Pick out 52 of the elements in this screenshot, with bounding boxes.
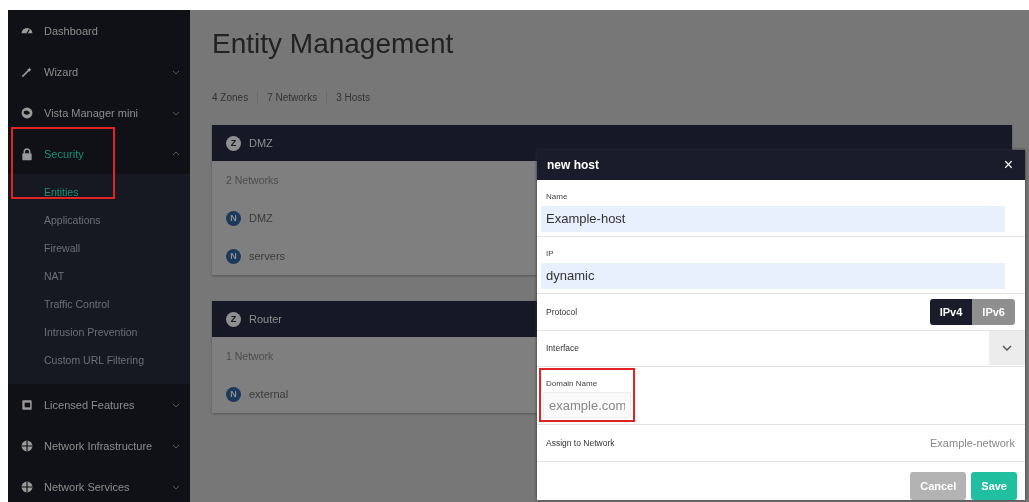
sidebar-subitem[interactable]: Applications (8, 206, 190, 234)
network-name[interactable]: external (249, 388, 289, 400)
network-value[interactable]: Example-network (930, 437, 1015, 450)
input-field[interactable]: example.com (543, 392, 631, 419)
sidebar-item[interactable]: Network Services (8, 466, 190, 502)
sidebar-icon (20, 438, 34, 453)
count-label: 3 Hosts (326, 92, 380, 103)
sidebar-item[interactable]: Dashboard (8, 10, 190, 51)
field-label: IP (545, 248, 554, 258)
input-field[interactable]: dynamic (541, 262, 1005, 289)
field-label: Protocol (546, 306, 578, 317)
zone-name: Router (249, 313, 283, 325)
zone-name: DMZ (249, 137, 273, 149)
sidebar-subitem[interactable]: Custom URL Filtering (8, 346, 190, 374)
protocol-option[interactable]: IPv4 (929, 298, 973, 325)
network-badge: N (226, 248, 241, 264)
sidebar-subitem[interactable]: Entities (8, 178, 190, 206)
sidebar-item[interactable]: Network Infrastructure (8, 425, 190, 466)
network-badge: N (226, 210, 241, 226)
field-label: Interface (546, 343, 580, 354)
sidebar-icon (20, 479, 34, 494)
sidebar-subitem[interactable]: Intrusion Prevention (8, 318, 190, 346)
network-name[interactable]: servers (249, 250, 286, 262)
field-label: Domain Name (545, 379, 598, 389)
chevron-icon (1002, 344, 1012, 352)
zone-badge: Z (226, 135, 241, 151)
sidebar-item[interactable]: Security (8, 133, 190, 174)
field-label: Assign to Network (546, 438, 615, 449)
save-button[interactable]: Save (971, 472, 1017, 500)
count-label: 7 Networks (257, 92, 327, 103)
sidebar-item[interactable]: Vista Manager mini (8, 92, 190, 133)
count-label: 4 Zones (212, 92, 250, 103)
dropdown-button[interactable] (989, 331, 1025, 366)
sidebar-subitem[interactable]: NAT (8, 262, 190, 290)
field-label: Name (545, 191, 568, 201)
input-field[interactable]: Example-host (541, 205, 1005, 232)
sidebar-icon (20, 397, 34, 412)
chevron-icon (172, 149, 180, 158)
network-name[interactable]: DMZ (249, 212, 273, 224)
page-title: Entity Management (212, 28, 455, 61)
dialog-title: new host (547, 157, 599, 172)
cancel-button[interactable]: Cancel (910, 472, 967, 500)
sidebar-item[interactable]: Licensed Features (8, 384, 190, 425)
sidebar-item[interactable]: Wizard (8, 51, 190, 92)
sidebar-subitem[interactable]: Traffic Control (8, 290, 190, 318)
sidebar-icon (20, 105, 34, 120)
close-button[interactable]: × (1001, 155, 1015, 174)
zone-badge: Z (226, 311, 241, 327)
protocol-option[interactable]: IPv6 (972, 298, 1015, 325)
sidebar-icon (20, 146, 34, 161)
sidebar-subitem[interactable]: Firewall (8, 234, 190, 262)
network-badge: N (226, 386, 241, 402)
